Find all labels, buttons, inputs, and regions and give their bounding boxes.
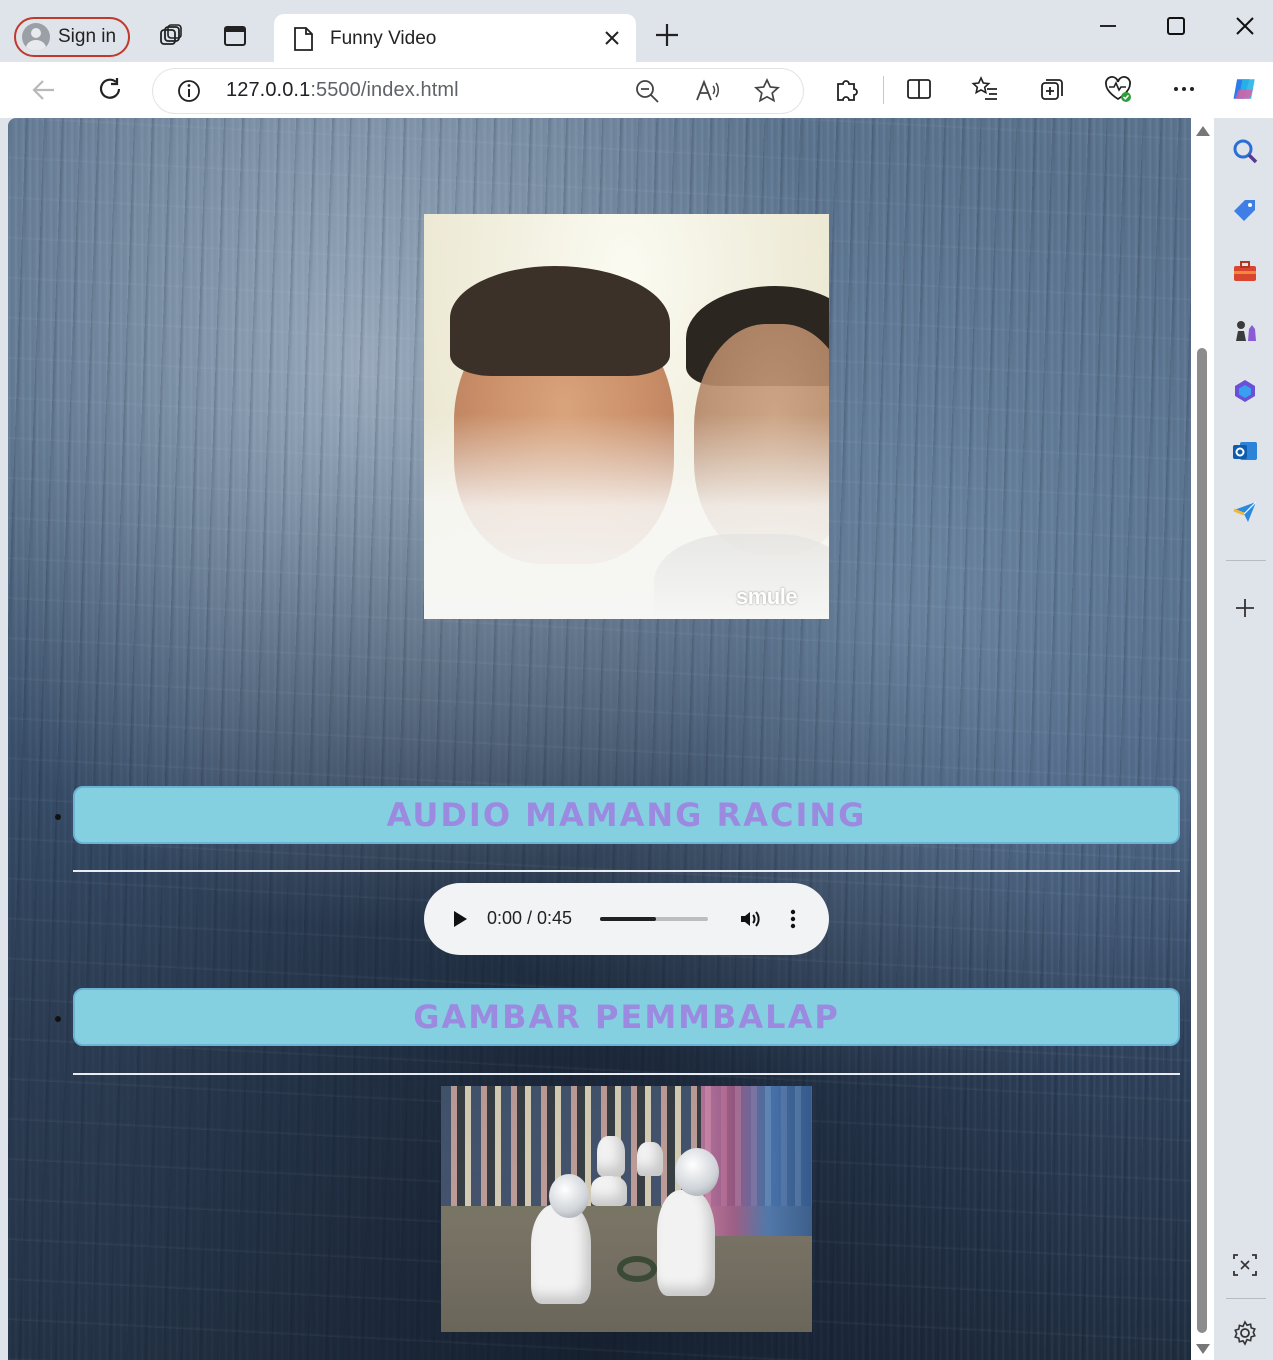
divider-line [73, 1073, 1180, 1075]
screenshot-icon[interactable] [1230, 1250, 1260, 1280]
close-tab-icon[interactable] [602, 28, 622, 53]
audio-progress-fill [600, 917, 657, 921]
document-icon [292, 26, 314, 57]
photo-helmet [549, 1174, 589, 1218]
zoom-out-icon[interactable] [634, 78, 660, 104]
scroll-up-arrow-icon[interactable] [1196, 126, 1210, 136]
more-options-icon[interactable] [1169, 74, 1199, 104]
shopping-tag-icon[interactable] [1230, 196, 1260, 226]
url-path: :5500/index.html [310, 79, 459, 101]
photo-sack-racer [657, 1190, 715, 1296]
back-icon[interactable] [28, 74, 60, 106]
audio-more-options-icon[interactable] [788, 907, 798, 931]
video-person-1-hair [450, 266, 670, 376]
url-host: 127.0.0.1 [226, 79, 311, 101]
smule-watermark: smule [736, 584, 798, 609]
sidebar-divider [1226, 560, 1266, 561]
favorites-icon[interactable] [970, 74, 1000, 104]
section-audio-title-box: AUDIO MAMANG RACING [55, 786, 1180, 844]
collections-icon[interactable] [1037, 74, 1067, 104]
sign-in-button[interactable]: Sign in [14, 17, 130, 57]
vertical-scrollbar[interactable] [1191, 118, 1214, 1360]
scroll-thumb[interactable] [1197, 348, 1207, 1333]
audio-time: 0:00 / 0:45 [487, 908, 573, 928]
new-tab-icon[interactable] [654, 22, 680, 53]
section-image-title-box: GAMBAR PEMMBALAP [55, 988, 1180, 1046]
close-window-icon[interactable] [1233, 14, 1257, 38]
browser-title-bar: Sign in Funny Video [0, 0, 1273, 64]
send-drop-icon[interactable] [1230, 496, 1260, 526]
split-screen-icon[interactable] [904, 74, 934, 104]
refresh-icon[interactable] [94, 74, 126, 106]
page-viewport: smule AUDIO MAMANG RACING 0:00 / 0:45 GA… [8, 118, 1191, 1360]
workspaces-icon[interactable] [157, 22, 185, 50]
read-aloud-icon[interactable] [694, 78, 720, 104]
sidebar-divider [1226, 1298, 1266, 1299]
games-chess-icon[interactable] [1230, 316, 1260, 346]
play-icon[interactable] [454, 911, 467, 927]
tab-funny-video[interactable]: Funny Video [274, 14, 636, 64]
copilot-icon[interactable] [1230, 74, 1260, 104]
site-info-icon[interactable] [176, 78, 202, 104]
photo-helmet [675, 1148, 719, 1196]
tab-title: Funny Video [330, 28, 437, 49]
scroll-down-arrow-icon[interactable] [1196, 1344, 1210, 1354]
racer-photo [441, 1086, 812, 1332]
edge-sidebar [1214, 118, 1273, 1360]
photo-tire [617, 1256, 657, 1282]
favorite-star-icon[interactable] [754, 78, 780, 104]
add-sidebar-app-icon[interactable] [1230, 593, 1260, 623]
search-icon[interactable] [1230, 136, 1260, 166]
list-bullet [55, 1016, 61, 1022]
sign-in-label: Sign in [58, 26, 117, 47]
photo-sack-racer [531, 1204, 591, 1304]
tools-briefcase-icon[interactable] [1230, 256, 1260, 286]
section-audio-title: AUDIO MAMANG RACING [386, 796, 867, 834]
microsoft-365-icon[interactable] [1230, 376, 1260, 406]
toolbar-divider [883, 76, 884, 104]
photo-sack-racer [637, 1142, 663, 1176]
maximize-icon[interactable] [1164, 14, 1188, 38]
outlook-icon[interactable] [1230, 436, 1260, 466]
minimize-icon[interactable] [1096, 14, 1120, 38]
browser-toolbar: 127.0.0.1:5500/index.html [0, 62, 1273, 118]
photo-sack-racer [597, 1136, 625, 1176]
url-text[interactable]: 127.0.0.1:5500/index.html [226, 79, 459, 102]
audio-player[interactable]: 0:00 / 0:45 [424, 883, 829, 955]
volume-icon[interactable] [738, 907, 762, 931]
photo-sack-racer [591, 1176, 627, 1206]
address-bar[interactable]: 127.0.0.1:5500/index.html [152, 68, 804, 114]
tab-actions-icon[interactable] [221, 22, 249, 50]
video-player[interactable]: smule [424, 214, 829, 619]
audio-progress-slider[interactable] [600, 917, 708, 921]
list-bullet [55, 814, 61, 820]
photo-crowd-right [701, 1086, 812, 1236]
sidebar-settings-gear-icon[interactable] [1230, 1318, 1260, 1348]
avatar-icon [22, 23, 50, 51]
section-image-title: GAMBAR PEMMBALAP [413, 998, 840, 1036]
browser-essentials-icon[interactable] [1103, 74, 1133, 104]
divider-line [73, 870, 1180, 872]
extensions-icon[interactable] [832, 74, 862, 104]
